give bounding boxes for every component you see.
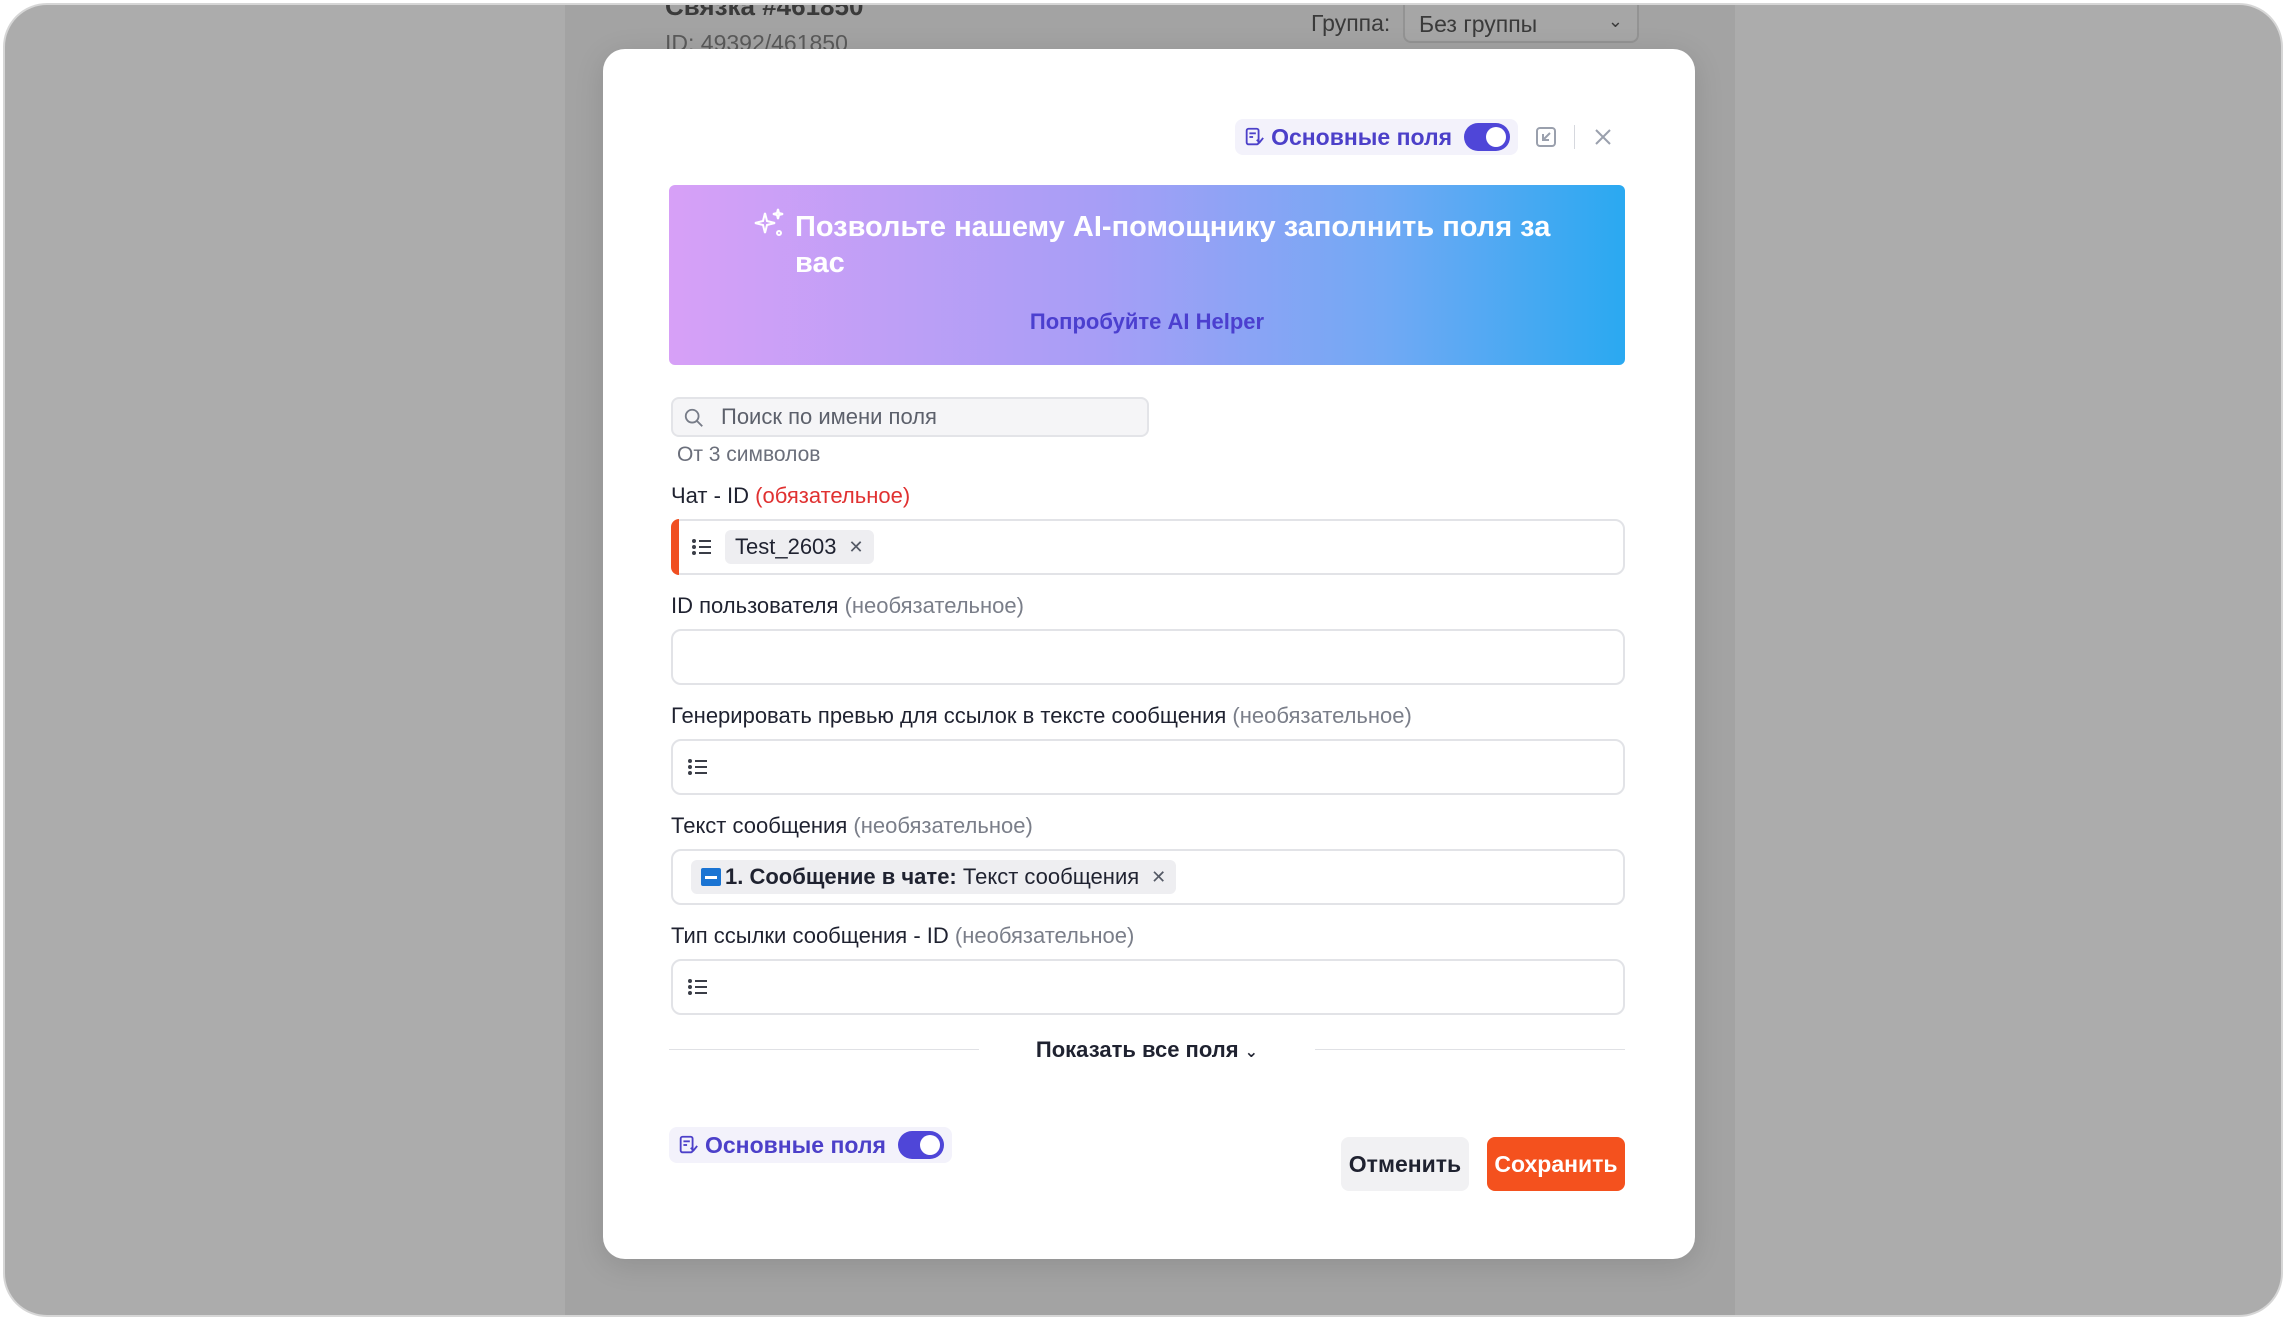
ai-helper-banner: Позвольте нашему AI-помощнику заполнить …: [669, 185, 1625, 365]
background-scenario-title: Связка #461850: [665, 3, 864, 21]
header-divider: [1574, 125, 1575, 149]
list-icon: [688, 979, 707, 995]
required-marker: (обязательное): [755, 483, 911, 508]
sparkle-icon: [754, 208, 784, 236]
fields-doc-icon: [679, 1135, 698, 1154]
main-fields-toggle-bottom[interactable]: Основные поля: [669, 1127, 952, 1163]
main-fields-switch[interactable]: [897, 1131, 944, 1159]
field-label-user-id: ID пользователя (необязательное): [671, 593, 1024, 619]
message-text-tag-field: Текст сообщения: [962, 864, 1140, 889]
show-all-fields-label: Показать все поля: [1035, 1037, 1239, 1062]
field-label-link-type-id: Тип ссылки сообщения - ID (необязательно…: [671, 923, 1134, 949]
field-label-chat-id: Чат - ID (обязательное): [671, 483, 910, 509]
search-hint: От 3 символов: [677, 443, 821, 466]
show-all-fields-button[interactable]: Показать все поля ⌄: [669, 1037, 1625, 1063]
field-label-text: Чат - ID: [671, 483, 750, 508]
main-fields-toggle-label: Основные поля: [1271, 123, 1452, 150]
module-icon: [701, 868, 721, 886]
optional-marker: (необязательное): [1232, 703, 1412, 728]
message-text-input[interactable]: 1. Сообщение в чате: Текст сообщения ✕: [671, 849, 1625, 905]
optional-marker: (необязательное): [844, 593, 1024, 618]
main-fields-toggle-top[interactable]: Основные поля: [1235, 119, 1518, 155]
chevron-down-icon: ⌄: [1244, 1044, 1259, 1061]
message-text-tag-label: 1. Сообщение в чате: Текст сообщения: [725, 864, 1139, 890]
link-type-id-input[interactable]: [671, 959, 1625, 1015]
field-search-input[interactable]: [721, 403, 1141, 431]
message-text-tag-source: 1. Сообщение в чате:: [725, 864, 957, 889]
main-fields-toggle-label: Основные поля: [705, 1131, 886, 1158]
close-button[interactable]: [1589, 123, 1617, 151]
show-all-fields: Показать все поля ⌄: [669, 1035, 1625, 1065]
fields-doc-icon: [1245, 127, 1264, 146]
field-label-text: Генерировать превью для ссылок в тексте …: [671, 703, 1227, 728]
background-group-select[interactable]: Без группы ⌄: [1403, 5, 1639, 43]
optional-marker: (необязательное): [954, 923, 1135, 948]
search-icon: [684, 408, 703, 427]
field-label-text: ID пользователя: [671, 593, 839, 618]
save-button[interactable]: Сохранить: [1487, 1137, 1625, 1191]
collapse-icon: [1536, 127, 1556, 147]
remove-tag-icon[interactable]: ✕: [849, 537, 864, 558]
chat-id-tag[interactable]: Test_2603 ✕: [725, 530, 874, 564]
background-group-value: Без группы: [1419, 11, 1538, 37]
collapse-button[interactable]: [1532, 123, 1560, 151]
list-icon: [692, 539, 711, 555]
main-fields-switch[interactable]: [1464, 123, 1510, 151]
field-search[interactable]: [671, 397, 1149, 437]
message-text-tag[interactable]: 1. Сообщение в чате: Текст сообщения ✕: [691, 860, 1177, 894]
field-label-text: Тип ссылки сообщения - ID: [671, 923, 949, 948]
chevron-down-icon: ⌄: [1607, 11, 1623, 31]
list-icon: [688, 759, 707, 775]
ai-helper-title: Позвольте нашему AI-помощнику заполнить …: [795, 211, 1551, 279]
modal-header-controls: Основные поля: [1235, 117, 1617, 157]
user-id-input[interactable]: [671, 629, 1625, 685]
cancel-button[interactable]: Отменить: [1341, 1137, 1469, 1191]
divider-right: [1315, 1049, 1625, 1050]
screen-frame: Связка #461850 ID: 49392/461850 Группа: …: [3, 3, 2283, 1317]
link-preview-input[interactable]: [671, 739, 1625, 795]
close-icon: [1595, 129, 1611, 145]
chat-id-tag-label: Test_2603: [735, 534, 837, 559]
field-label-message-text: Текст сообщения (необязательное): [671, 813, 1033, 839]
remove-tag-icon[interactable]: ✕: [1151, 867, 1166, 888]
field-settings-modal: Основные поля Позвольте нашему AI-помощн…: [603, 49, 1695, 1259]
optional-marker: (необязательное): [853, 813, 1033, 838]
ai-helper-link[interactable]: Попробуйте AI Helper: [669, 309, 1625, 335]
background-group-label: Группа:: [1311, 10, 1391, 36]
field-label-text: Текст сообщения: [671, 813, 848, 838]
chat-id-input[interactable]: Test_2603 ✕: [671, 519, 1625, 575]
field-label-link-preview: Генерировать превью для ссылок в тексте …: [671, 703, 1412, 729]
